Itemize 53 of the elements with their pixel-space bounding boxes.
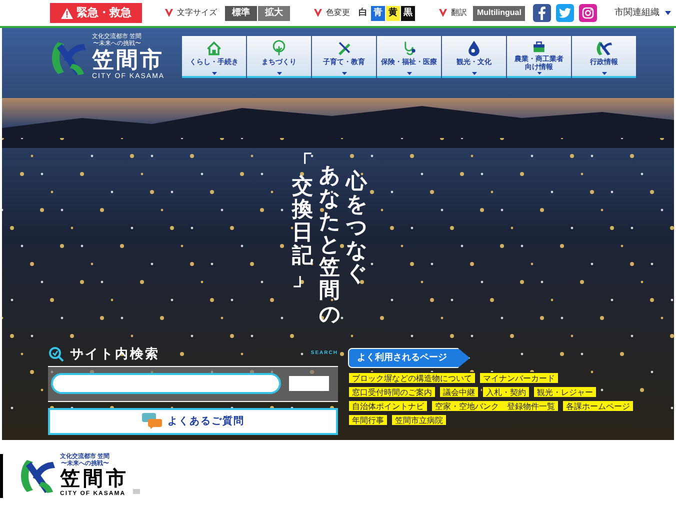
city-mark-icon (438, 8, 448, 18)
color-button[interactable]: 黄 (386, 6, 400, 20)
color-button[interactable]: 青 (371, 6, 385, 20)
logo-name: 笠間市 (92, 48, 164, 72)
city-mark-icon (164, 8, 174, 18)
hero-copy: あなたと笠間の (319, 164, 340, 326)
caret-icon (536, 72, 542, 75)
translate-label: 翻訳 (451, 7, 467, 19)
color-change-label: 色変更 (326, 7, 350, 19)
popular-page-link[interactable]: マイナンバーカード (479, 372, 559, 384)
caret-icon (276, 72, 282, 75)
twitter-icon[interactable] (556, 4, 574, 22)
hero-copy: 「交換日記」 (292, 152, 313, 291)
popular-page-link[interactable]: 議会中継 (439, 386, 479, 398)
speech-bubbles-icon (142, 413, 162, 429)
multilingual-button[interactable]: Multilingual (473, 6, 526, 20)
popular-page-link[interactable]: 入札・契約 (482, 386, 530, 398)
caret-icon (212, 72, 216, 75)
caret-icon (472, 72, 476, 75)
popular-page-link[interactable]: 各課ホームページ (562, 400, 634, 412)
text-size-button[interactable]: 拡大 (258, 6, 290, 20)
search-title: サイト内検索 (70, 345, 160, 363)
logo-name: 笠間市 (60, 468, 129, 490)
text-size-button[interactable]: 標準 (225, 6, 257, 20)
tree-icon (270, 39, 288, 57)
text-size-label: 文字サイズ (177, 7, 217, 19)
popular-page-link[interactable]: 観光・レジャー (533, 386, 597, 398)
instagram-icon[interactable] (579, 4, 598, 22)
popular-page-link[interactable]: 笠間市立病院 (391, 414, 447, 426)
popular-page-link[interactable]: 年間行事 (348, 414, 388, 426)
faq-button[interactable]: よくあるご質問 (48, 408, 338, 434)
emergency-button[interactable]: 緊急・救急 (50, 3, 142, 23)
city-mark-icon (313, 8, 323, 18)
warning-icon (60, 8, 72, 18)
footer-bar (0, 454, 3, 498)
color-button[interactable]: 黒 (401, 6, 415, 20)
search-icon (48, 346, 64, 362)
search-field[interactable] (51, 373, 281, 394)
window-icon (133, 488, 140, 494)
caret-icon (602, 72, 606, 75)
caret-icon (342, 72, 346, 75)
popular-page-link[interactable]: ブロック塀などの構造物について (348, 372, 476, 384)
hero-copy: 心をつなぐ (346, 170, 367, 286)
city-mark-icon (595, 39, 613, 57)
popular-page-link[interactable]: 空家・空地バンク 登録物件一覧 (431, 400, 559, 412)
caret-icon (406, 72, 412, 75)
organization-menu[interactable]: 市関連組織 (614, 6, 672, 20)
facebook-icon[interactable] (533, 4, 552, 22)
caret-icon (665, 11, 672, 15)
popular-pages-title: よく利用されるページ (348, 348, 470, 368)
popular-page-link[interactable]: 自治体ポイントナビ (348, 400, 428, 412)
popular-page-link[interactable]: 窓口受付時間のご案内 (348, 386, 436, 398)
house-icon (205, 39, 223, 57)
